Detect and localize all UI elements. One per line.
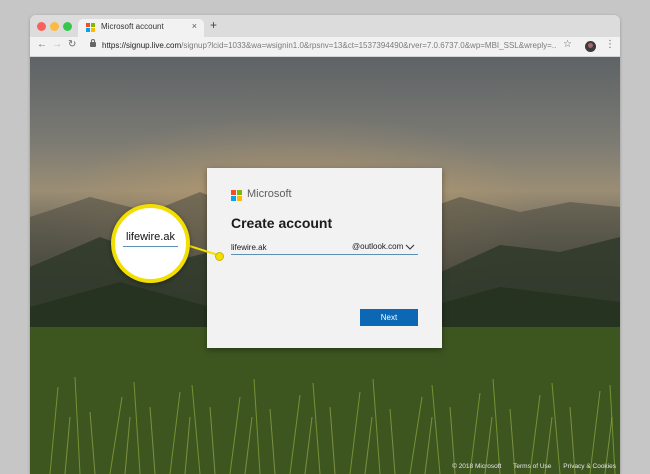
- url-path: /signup?lcid=1033&wa=wsignin1.0&rpsnv=13…: [181, 41, 557, 50]
- magnified-text: lifewire.ak: [126, 231, 175, 243]
- copyright-text: © 2018 Microsoft: [452, 463, 502, 470]
- url-host: https://signup.live.com: [102, 41, 182, 50]
- reload-icon[interactable]: ↻: [68, 39, 76, 50]
- browser-toolbar: ← → ↻ https://signup.live.com/signup?lci…: [30, 37, 620, 57]
- brand-name: Microsoft: [247, 188, 292, 200]
- back-arrow-icon[interactable]: ←: [37, 39, 47, 50]
- tab-title: Microsoft account: [101, 22, 164, 31]
- tab-bar: Microsoft account × +: [30, 15, 620, 37]
- email-field[interactable]: [231, 241, 348, 255]
- terms-of-use-link[interactable]: Terms of Use: [513, 463, 551, 470]
- menu-dots-icon[interactable]: ⋮: [605, 39, 615, 50]
- minimize-window-button[interactable]: [50, 22, 59, 31]
- next-button[interactable]: Next: [360, 309, 418, 326]
- forward-arrow-icon[interactable]: →: [52, 39, 62, 50]
- zoom-window-button[interactable]: [63, 22, 72, 31]
- create-account-dialog: Microsoft Create account @outlook.com Ne…: [207, 168, 442, 348]
- callout-magnifier: lifewire.ak: [111, 204, 190, 283]
- address-bar[interactable]: https://signup.live.com/signup?lcid=1033…: [102, 41, 557, 50]
- tab-close-icon[interactable]: ×: [192, 21, 197, 31]
- microsoft-favicon-icon: [86, 23, 96, 33]
- profile-avatar[interactable]: [585, 41, 596, 52]
- browser-window: Microsoft account × + ← → ↻ https://sign…: [30, 15, 620, 474]
- lock-icon[interactable]: [90, 39, 96, 47]
- domain-value: @outlook.com: [352, 242, 404, 251]
- privacy-cookies-link[interactable]: Privacy & Cookies: [563, 463, 616, 470]
- new-tab-button[interactable]: +: [210, 18, 217, 32]
- callout-pointer-dot: [215, 252, 224, 261]
- page-footer: © 2018 Microsoft Terms of Use Privacy & …: [442, 463, 616, 470]
- magnified-underline: [123, 246, 178, 247]
- tab-microsoft-account[interactable]: Microsoft account ×: [78, 19, 204, 37]
- page-title: Create account: [231, 215, 333, 231]
- page-content: Microsoft Create account @outlook.com Ne…: [30, 57, 620, 474]
- domain-select[interactable]: @outlook.com: [348, 241, 418, 255]
- chevron-down-icon: [405, 244, 415, 250]
- close-window-button[interactable]: [37, 22, 46, 31]
- microsoft-logo-icon: [231, 190, 242, 201]
- star-icon[interactable]: ☆: [563, 39, 572, 50]
